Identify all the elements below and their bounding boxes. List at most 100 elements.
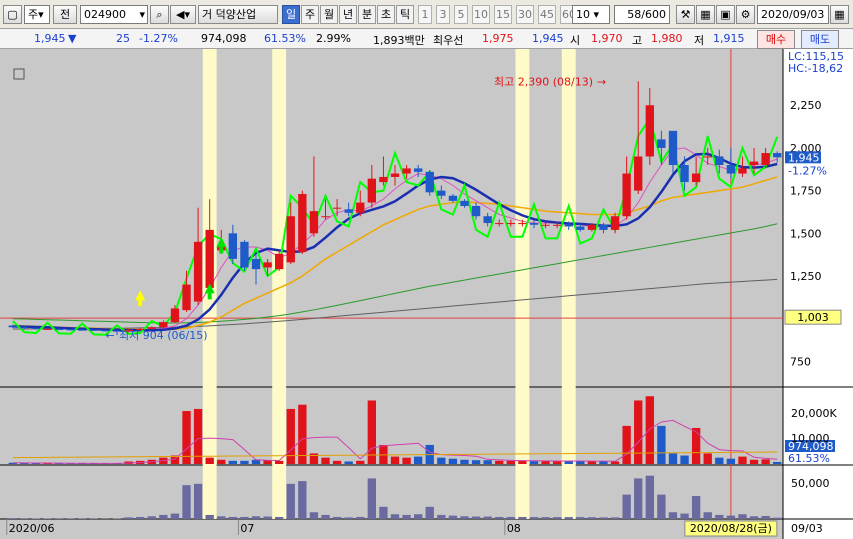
period-tab-1[interactable]: 주 [301, 5, 319, 24]
search-icon[interactable]: ⌕ [150, 5, 169, 24]
candle [448, 195, 458, 201]
volume-bar [715, 457, 724, 464]
period-tab-3[interactable]: 년 [339, 5, 357, 24]
volume-bar [749, 459, 759, 464]
market-select[interactable]: 주▾ [24, 5, 50, 24]
volume-bar [610, 461, 620, 464]
interval-button-1[interactable]: 1 [418, 5, 432, 24]
sub-bar [726, 515, 736, 519]
candle [483, 216, 492, 224]
volume-bar [668, 453, 678, 464]
period-tab-2[interactable]: 월 [320, 5, 338, 24]
jeon-button[interactable]: 전 [53, 5, 77, 24]
volume-bar [506, 460, 515, 464]
sub-bar [402, 514, 411, 519]
volume-bar [471, 460, 481, 464]
candle [367, 178, 377, 203]
volume-bar [413, 456, 423, 464]
sub-bar [332, 516, 342, 519]
market-value: 주 [28, 8, 39, 21]
candle [506, 223, 515, 225]
candle [425, 171, 434, 193]
sub-bar [112, 518, 122, 519]
sub-bar [147, 516, 156, 519]
unit-select[interactable]: 10 ▾ [572, 5, 610, 24]
count-field[interactable]: 58/600 [614, 5, 670, 24]
volume-bar [321, 457, 330, 464]
volume-bar [773, 461, 782, 464]
volume-tick-label: 10,000 [791, 432, 830, 445]
speaker-icon[interactable]: ◀▾ [170, 5, 196, 24]
volume-bar [761, 459, 770, 464]
y-tick-label: 750 [790, 355, 811, 368]
sub-bar [390, 514, 400, 519]
candle [471, 205, 481, 217]
y-tick-label: 1,250 [790, 270, 822, 283]
stock-name-field[interactable]: 거 덕양산업 [198, 5, 278, 24]
interval-button-15[interactable]: 15 [494, 5, 512, 24]
down-arrow-icon: ▼ [68, 32, 77, 45]
volume-bar [344, 461, 353, 464]
candle [275, 253, 284, 270]
sub-bar [217, 516, 226, 519]
layout-icon[interactable]: ▢ [3, 5, 22, 24]
sub-bar [599, 517, 608, 519]
volume-bar [726, 458, 736, 464]
save-icon[interactable]: ▣ [716, 5, 735, 24]
highlight-band [515, 49, 530, 519]
sub-bar [43, 518, 52, 519]
candle [251, 258, 261, 270]
interval-button-3[interactable]: 3 [436, 5, 450, 24]
candle [413, 168, 423, 172]
volume-bar [552, 461, 562, 464]
volume-bar [356, 460, 365, 464]
calendar-icon[interactable]: ▦ [830, 5, 849, 24]
sub-bar [506, 516, 515, 519]
interval-button-5[interactable]: 5 [454, 5, 468, 24]
period-tab-6[interactable]: 틱 [396, 5, 414, 24]
sub-bar [529, 517, 539, 519]
code-input[interactable]: 024900 ▾ [80, 5, 148, 24]
sub-bar [228, 516, 238, 519]
interval-button-45[interactable]: 45 [538, 5, 556, 24]
high-price: 1,980 [651, 32, 683, 45]
highlight-band [272, 49, 287, 519]
sub-bar [309, 512, 319, 519]
sub-bar [205, 514, 214, 519]
stock-chart[interactable]: 7501,0001,2501,5001,7502,0002,250LC:115,… [0, 49, 853, 539]
candle [332, 207, 342, 209]
buy-button[interactable]: 매수 [757, 30, 795, 49]
interval-button-10[interactable]: 10 [472, 5, 490, 24]
volume-bar [622, 425, 631, 464]
candle [193, 241, 203, 302]
candle [460, 200, 469, 206]
grid-icon[interactable]: ▦ [696, 5, 715, 24]
period-tab-0[interactable]: 일 [282, 5, 300, 24]
candle [495, 223, 504, 225]
period-tab-5[interactable]: 초 [377, 5, 395, 24]
candle [564, 224, 573, 227]
candle [738, 168, 747, 174]
current-price: 1,945 [34, 32, 66, 45]
volume-bar [703, 453, 712, 464]
signal-arrow-icon [219, 247, 224, 254]
candle [182, 284, 191, 311]
gear-icon[interactable]: ⚙ [736, 5, 755, 24]
period-tab-4[interactable]: 분 [358, 5, 376, 24]
volume-bar [680, 455, 689, 464]
sell-button[interactable]: 매도 [801, 30, 839, 49]
sub-bar [610, 517, 620, 519]
candle [89, 329, 99, 331]
volume-bar [495, 460, 504, 464]
volume-bar [402, 457, 411, 464]
sub-bar [541, 517, 550, 519]
volume-bar [738, 456, 747, 464]
interval-button-30[interactable]: 30 [516, 5, 534, 24]
sub-bar [8, 518, 17, 519]
tools-icon[interactable]: ⚒ [676, 5, 695, 24]
volume-bar [437, 457, 446, 464]
low-price: 1,915 [713, 32, 745, 45]
date-input[interactable]: 2020/09/03 [757, 5, 829, 24]
sub-bar [703, 512, 712, 519]
volume-bar [332, 460, 342, 464]
